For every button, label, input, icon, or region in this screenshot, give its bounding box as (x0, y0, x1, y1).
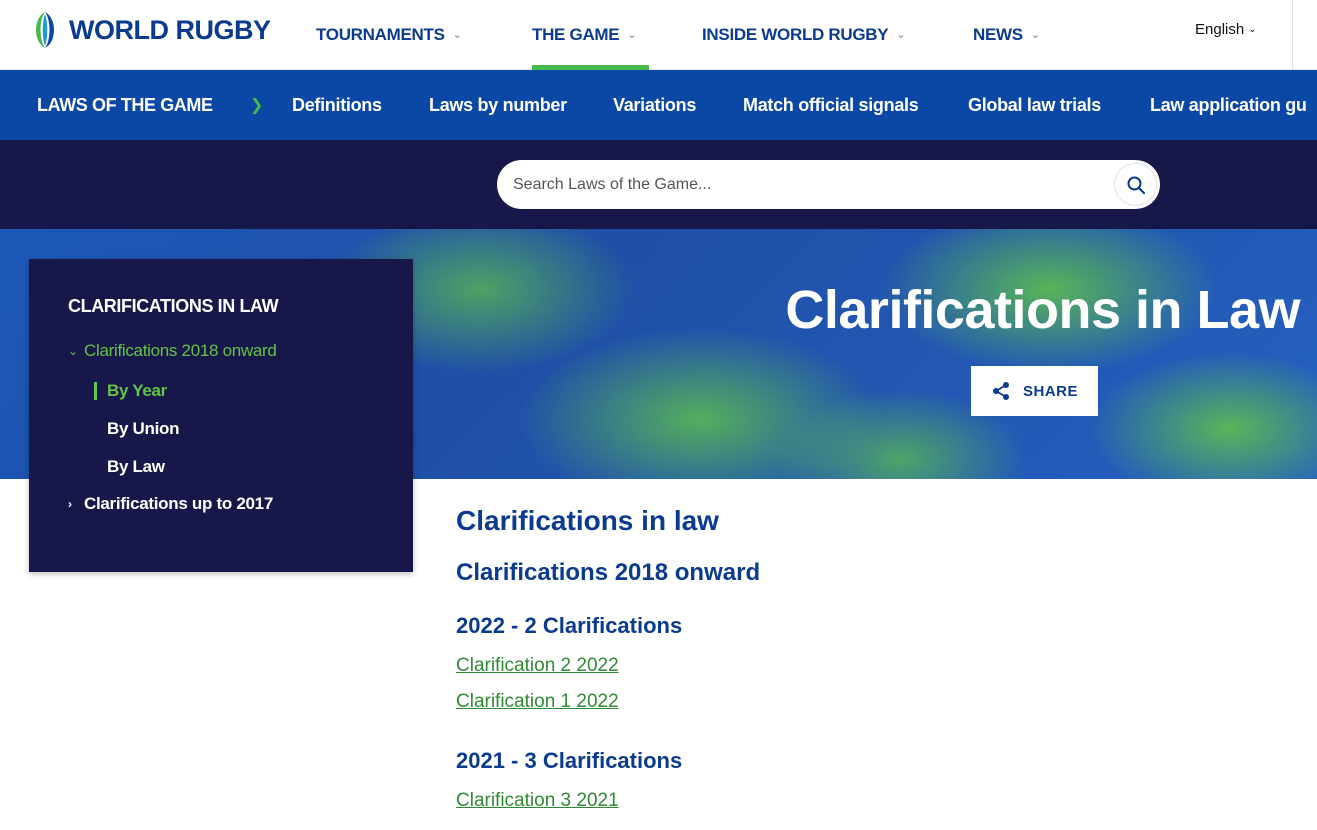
share-button[interactable]: SHARE (971, 366, 1098, 416)
sidebar-item-label: By Union (107, 419, 180, 438)
chevron-right-icon: › (68, 497, 72, 511)
nav-the-game-label: THE GAME (532, 25, 620, 44)
search-icon (1127, 176, 1145, 194)
laws-nav-law-application-guidelines[interactable]: Law application gu (1150, 70, 1307, 140)
nav-the-game[interactable]: THE GAME ⌄ (532, 0, 650, 70)
laws-nav-match-official-signals[interactable]: Match official signals (743, 70, 919, 140)
search-box (497, 160, 1160, 209)
laws-of-the-game-nav: LAWS OF THE GAME ❯ Definitions Laws by n… (0, 70, 1317, 140)
laws-nav-global-law-trials[interactable]: Global law trials (968, 70, 1101, 140)
sidebar-item-label: Clarifications 2018 onward (84, 341, 277, 360)
chevron-right-icon: ❯ (250, 97, 264, 114)
nav-tournaments[interactable]: TOURNAMENTS ⌄ (316, 0, 462, 70)
content-title: Clarifications in law (456, 505, 719, 536)
sidebar-item-clarifications-up-to-2017[interactable]: › Clarifications up to 2017 (68, 494, 273, 514)
sidebar-item-by-year[interactable]: By Year (94, 381, 167, 401)
sidebar-item-label: By Law (107, 457, 165, 476)
top-header: WORLD RUGBY TOURNAMENTS ⌄ THE GAME ⌄ INS… (0, 0, 1317, 70)
share-label: SHARE (1022, 382, 1078, 400)
sidebar-item-clarifications-2018-onward[interactable]: ⌄ Clarifications 2018 onward (68, 341, 277, 361)
chevron-down-icon: ⌄ (1248, 23, 1257, 35)
group-heading: 2021 - 3 Clarifications (456, 748, 683, 773)
nav-tournaments-label: TOURNAMENTS (316, 25, 445, 44)
clarification-link[interactable]: Clarification 2 2022 (456, 655, 619, 677)
sidebar-title: CLARIFICATIONS IN LAW (68, 296, 279, 316)
chevron-down-icon: ⌄ (1030, 28, 1040, 41)
rugby-ball-logo-icon (36, 12, 54, 48)
laws-nav-title[interactable]: LAWS OF THE GAME (37, 70, 213, 140)
clarification-link[interactable]: Clarification 3 2021 (456, 790, 619, 812)
chevron-down-icon: ⌄ (896, 28, 906, 41)
nav-inside-world-rugby[interactable]: INSIDE WORLD RUGBY ⌄ (702, 0, 906, 70)
nav-news[interactable]: NEWS ⌄ (973, 0, 1040, 70)
world-rugby-logo[interactable]: WORLD RUGBY (29, 10, 271, 50)
content-subtitle: Clarifications 2018 onward (456, 559, 761, 586)
header-divider (1292, 0, 1293, 70)
search-input[interactable] (497, 160, 1097, 209)
group-heading: 2022 - 2 Clarifications (456, 613, 683, 638)
nav-inside-world-rugby-label: INSIDE WORLD RUGBY (702, 25, 889, 44)
search-button[interactable] (1114, 163, 1157, 206)
sidebar-nav: CLARIFICATIONS IN LAW ⌄ Clarifications 2… (29, 259, 413, 572)
language-selector[interactable]: English ⌄ (1195, 0, 1257, 58)
sidebar-item-by-union[interactable]: By Union (107, 419, 180, 439)
sidebar-item-label: Clarifications up to 2017 (84, 494, 273, 513)
laws-nav-laws-by-number[interactable]: Laws by number (429, 70, 567, 140)
search-band (0, 140, 1317, 229)
laws-nav-definitions[interactable]: Definitions (292, 70, 382, 140)
hero-title: Clarifications in Law (785, 280, 1300, 340)
laws-nav-variations[interactable]: Variations (613, 70, 696, 140)
chevron-down-icon: ⌄ (452, 28, 462, 41)
sidebar-item-label: By Year (107, 381, 167, 400)
clarification-link[interactable]: Clarification 1 2022 (456, 691, 619, 713)
sidebar-item-by-law[interactable]: By Law (107, 457, 165, 477)
chevron-down-icon: ⌄ (627, 28, 637, 41)
chevron-down-icon: ⌄ (68, 344, 78, 358)
active-indicator (94, 382, 97, 400)
logo-text: WORLD RUGBY (69, 14, 271, 45)
nav-news-label: NEWS (973, 25, 1023, 44)
share-icon (992, 382, 1009, 400)
language-label: English (1195, 20, 1245, 38)
